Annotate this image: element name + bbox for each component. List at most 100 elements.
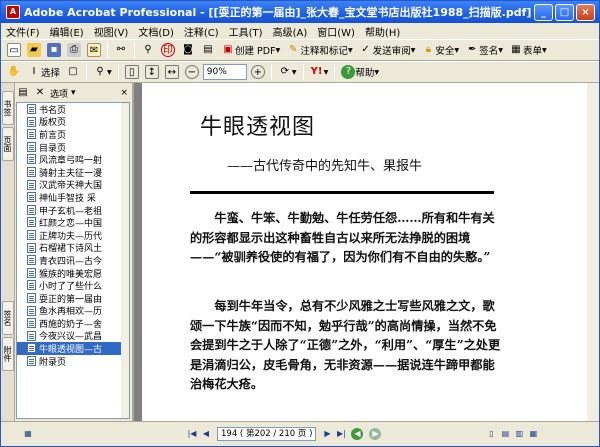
bookmark-item[interactable]: 青衣四讯—古今 [17, 254, 129, 267]
bookmark-item[interactable]: 鱼水再相欢—历 [17, 305, 129, 317]
previous-view-button[interactable]: ◀ [351, 428, 364, 440]
menu-file[interactable]: 文件(F) [1, 24, 45, 39]
bookmark-label: 骑射主夫征一漫 [39, 168, 103, 179]
bookmark-item[interactable]: 版权页 [17, 116, 129, 129]
facing-icon[interactable]: ▥ [513, 428, 525, 440]
bookmark-item[interactable]: 附录页 [17, 355, 129, 367]
create-pdf-button[interactable]: ▣ 创建 PDF ▾ [219, 41, 282, 59]
zoom-select[interactable]: 90% [202, 64, 247, 80]
bookmark-item[interactable]: 目录页 [17, 141, 129, 153]
lock-icon: 🔒︎ [425, 44, 432, 55]
toolbar-separator [134, 42, 135, 58]
hand-tool-button[interactable]: ✋ [5, 63, 23, 81]
camera-button[interactable]: ◙ [179, 41, 197, 59]
document-scrollbar[interactable] [587, 83, 599, 421]
minimize-button[interactable]: _ [534, 3, 553, 21]
zoom-tool-button[interactable]: ⚲ ▾ [91, 63, 114, 81]
menu-window[interactable]: 窗口(W) [312, 24, 360, 39]
maximize-button[interactable]: □ [555, 3, 574, 21]
send-review-button[interactable]: ✓ 发送审阅 ▾ [357, 41, 418, 59]
menu-tools[interactable]: 工具(T) [224, 24, 268, 39]
sign-button[interactable]: ✒ 签名 ▾ [463, 41, 505, 59]
open-button[interactable]: ▰ [25, 41, 43, 59]
help-button[interactable]: ? 帮助 ▾ [339, 63, 381, 81]
page-icon [27, 204, 36, 215]
organize-button[interactable]: ▤ [199, 41, 217, 59]
resize-handle-icon[interactable]: ▦ [22, 428, 34, 440]
bookmark-item[interactable]: 风流章弓鸣一射 [17, 153, 129, 166]
pages-icon: ▤ [203, 44, 213, 55]
bookmark-item[interactable]: 正牌功夫—历代 [17, 229, 129, 242]
bookmark-item[interactable]: 猴族的唯美宏愿 [17, 267, 129, 279]
continuous-icon[interactable]: ▤ [499, 428, 511, 440]
bookmark-item[interactable]: 骑射主夫征一漫 [17, 166, 129, 179]
bookmark-item[interactable]: 小时了了些什么 [17, 279, 129, 292]
fit-width-button[interactable]: ↔ [163, 63, 181, 81]
bookmark-item[interactable]: 汉武帝天神大国 [17, 179, 129, 191]
stamp-button[interactable]: 印 [159, 41, 177, 59]
bookmark-item[interactable]: 牛眼透视图—古 [17, 342, 129, 355]
first-page-button[interactable]: |◀ [186, 428, 198, 440]
menu-help[interactable]: 帮助(H) [360, 24, 405, 39]
fit-page-button[interactable]: ↕ [143, 63, 161, 81]
save-button[interactable]: ▪ [45, 41, 63, 59]
bookmark-scrollbar[interactable] [121, 103, 129, 418]
bookmark-label: 版权页 [39, 118, 67, 129]
menu-edit[interactable]: 编辑(E) [45, 24, 89, 39]
delete-bookmark-icon[interactable]: ✕ [33, 86, 47, 100]
bookmark-item[interactable]: 书名页 [17, 103, 129, 116]
bookmark-item[interactable]: 今夜兴议—武昌 [17, 330, 129, 342]
email-button[interactable]: ✉ [85, 41, 103, 59]
next-view-button[interactable]: ▶ [369, 428, 382, 440]
security-button[interactable]: 🔒︎ 安全 ▾ [419, 41, 461, 59]
bookmark-item[interactable]: 红颜之恋—中国 [17, 216, 129, 229]
last-page-button[interactable]: ▶| [335, 428, 347, 440]
menu-document[interactable]: 文档(D) [133, 24, 179, 39]
prev-page-button[interactable]: ◀ [200, 428, 212, 440]
menu-comments[interactable]: 注释(C) [179, 24, 224, 39]
bookmark-label: 前言页 [39, 130, 67, 141]
folder-icon: ▰ [27, 43, 41, 57]
actual-size-button[interactable]: ▯ [123, 63, 141, 81]
page-icon [27, 242, 36, 253]
print-button[interactable]: ⎙ [65, 41, 83, 59]
bookmark-item[interactable]: 前言页 [17, 128, 129, 141]
bookmark-item[interactable]: 甲子玄机—老祖 [17, 204, 129, 216]
tab-bookmarks[interactable]: 书签 [2, 91, 14, 125]
status-bar: ▦ |◀ ◀ 194 ( 第202 / 210 页 ) ▶ ▶| ◀ ▶ ▯ ▤… [1, 421, 599, 446]
tab-pages[interactable]: 页面 [2, 127, 14, 161]
continuous-facing-icon[interactable]: ▦ [527, 428, 539, 440]
bookmark-item[interactable]: 西施的奶子—舍 [17, 317, 129, 330]
next-page-button[interactable]: ▶ [321, 428, 333, 440]
close-pane-icon[interactable]: × [120, 88, 128, 98]
tab-attachments[interactable]: 附件 [2, 337, 14, 371]
comment-markup-button[interactable]: ✎ 注释和标记 ▾ [284, 41, 354, 59]
find-button[interactable]: ⚯ [112, 41, 130, 59]
new-document-button[interactable]: ▭ [5, 41, 23, 59]
zoom-out-button[interactable]: − [183, 63, 201, 81]
menu-advanced[interactable]: 高级(A) [268, 24, 313, 39]
binoculars-icon: ⚯ [116, 44, 126, 55]
menu-view[interactable]: 视图(V) [89, 24, 134, 39]
zoom-in-button[interactable]: + [249, 63, 267, 81]
attach-button[interactable]: ⚲ [139, 41, 157, 59]
snapshot-button[interactable]: ▢ [64, 63, 82, 81]
forms-button[interactable]: ▦ 表单 ▾ [507, 41, 549, 59]
paperclip-icon: ⚲ [144, 44, 152, 55]
select-tool-button[interactable]: I 选择 [25, 63, 62, 81]
options-menu[interactable]: 选项 [50, 87, 68, 100]
expand-icon[interactable]: ▤ [16, 86, 30, 100]
chapter-title: 牛眼透视图 [200, 115, 316, 140]
page-number-field[interactable]: 194 ( 第202 / 210 页 ) [217, 427, 317, 441]
document-pane: 牛眼透视图 ——古代传奇中的先知牛、果报牛 牛蛮、牛笨、牛勤勉、牛任劳任怨……所… [132, 83, 599, 421]
yahoo-button[interactable]: Y! ▾ [308, 63, 331, 81]
bookmark-item[interactable]: 耍正的第一届由 [17, 292, 129, 305]
close-button[interactable]: × [576, 3, 595, 21]
bookmark-item[interactable]: 神仙手智技 采 [17, 191, 129, 204]
tab-signatures[interactable]: 签名 [2, 301, 14, 335]
bookmark-item[interactable]: 石榴裙下诗风土 [17, 242, 129, 254]
acrobat-window: A Adobe Acrobat Professional - [[耍正的第一届由… [0, 0, 600, 447]
main-toolbar: ▭ ▰ ▪ ⎙ ✉ ⚯ ⚲ 印 ◙ ▤ ▣ 创建 PDF ▾ ✎ 注释和标记 ▾ ✓ 发送… [1, 39, 599, 61]
rotate-button[interactable]: ⟳ ▾ [276, 63, 299, 81]
single-page-icon[interactable]: ▯ [485, 428, 497, 440]
